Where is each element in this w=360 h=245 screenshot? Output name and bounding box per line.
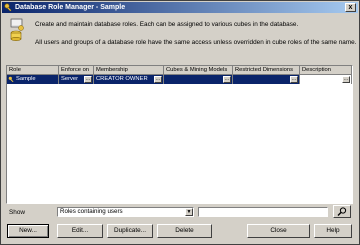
restricted-dimensions-ellipsis-button[interactable]: ... bbox=[290, 76, 298, 83]
cell-cubes-mining-models[interactable]: ... bbox=[164, 75, 233, 84]
cell-restricted-dimensions[interactable]: ... bbox=[233, 75, 300, 84]
enforce-on-ellipsis-button[interactable]: ... bbox=[84, 76, 92, 83]
grid-header: Role Enforce on Membership Cubes & Minin… bbox=[7, 66, 352, 75]
cubes-ellipsis-button[interactable]: ... bbox=[223, 76, 231, 83]
membership-value: CREATOR OWNER bbox=[96, 76, 148, 82]
search-input[interactable] bbox=[198, 207, 328, 217]
cell-enforce-on[interactable]: Server ... bbox=[59, 75, 94, 84]
database-role-icon bbox=[10, 18, 24, 41]
new-button[interactable]: New... bbox=[7, 224, 49, 238]
membership-ellipsis-button[interactable]: ... bbox=[154, 76, 162, 83]
title-bar[interactable]: Database Role Manager - Sample x bbox=[2, 2, 358, 13]
cell-membership[interactable]: CREATOR OWNER ... bbox=[94, 75, 164, 84]
chevron-down-icon[interactable]: ▼ bbox=[185, 208, 193, 216]
column-header-cubes-mining-models[interactable]: Cubes & Mining Models bbox=[164, 66, 233, 75]
search-button[interactable] bbox=[333, 205, 351, 218]
column-header-enforce-on[interactable]: Enforce on bbox=[59, 66, 94, 75]
column-header-description[interactable]: Description bbox=[300, 66, 352, 75]
show-filter-select[interactable]: Roles containing users ▼ bbox=[57, 207, 194, 217]
delete-button[interactable]: Delete bbox=[157, 224, 212, 238]
table-row[interactable]: Sample Server ... CREATOR OWNER ... ... … bbox=[7, 75, 352, 84]
cell-description[interactable]: ... bbox=[300, 75, 352, 84]
close-window-button[interactable]: x bbox=[345, 3, 356, 12]
column-header-role[interactable]: Role bbox=[7, 66, 59, 75]
cell-role[interactable]: Sample bbox=[7, 75, 59, 84]
description-line-1: Create and maintain database roles. Each… bbox=[35, 21, 299, 28]
description-line-2: All users and groups of a database role … bbox=[35, 39, 357, 46]
show-filter-value: Roles containing users bbox=[60, 208, 123, 215]
role-name: Sample bbox=[16, 76, 36, 82]
enforce-on-value: Server bbox=[61, 76, 79, 82]
close-button[interactable]: Close bbox=[247, 224, 310, 238]
search-icon bbox=[337, 207, 347, 216]
column-header-restricted-dimensions[interactable]: Restricted Dimensions bbox=[233, 66, 300, 75]
role-key-icon bbox=[8, 76, 14, 83]
show-label: Show bbox=[9, 209, 25, 216]
window-title: Database Role Manager - Sample bbox=[15, 4, 126, 11]
help-button[interactable]: Help bbox=[314, 224, 352, 238]
duplicate-button[interactable]: Duplicate... bbox=[107, 224, 153, 238]
column-header-membership[interactable]: Membership bbox=[94, 66, 164, 75]
description-ellipsis-button[interactable]: ... bbox=[342, 76, 350, 83]
key-icon bbox=[4, 3, 12, 12]
edit-button[interactable]: Edit... bbox=[57, 224, 103, 238]
roles-grid[interactable]: Role Enforce on Membership Cubes & Minin… bbox=[6, 65, 353, 204]
database-role-manager-window: Database Role Manager - Sample x Create … bbox=[0, 0, 360, 245]
